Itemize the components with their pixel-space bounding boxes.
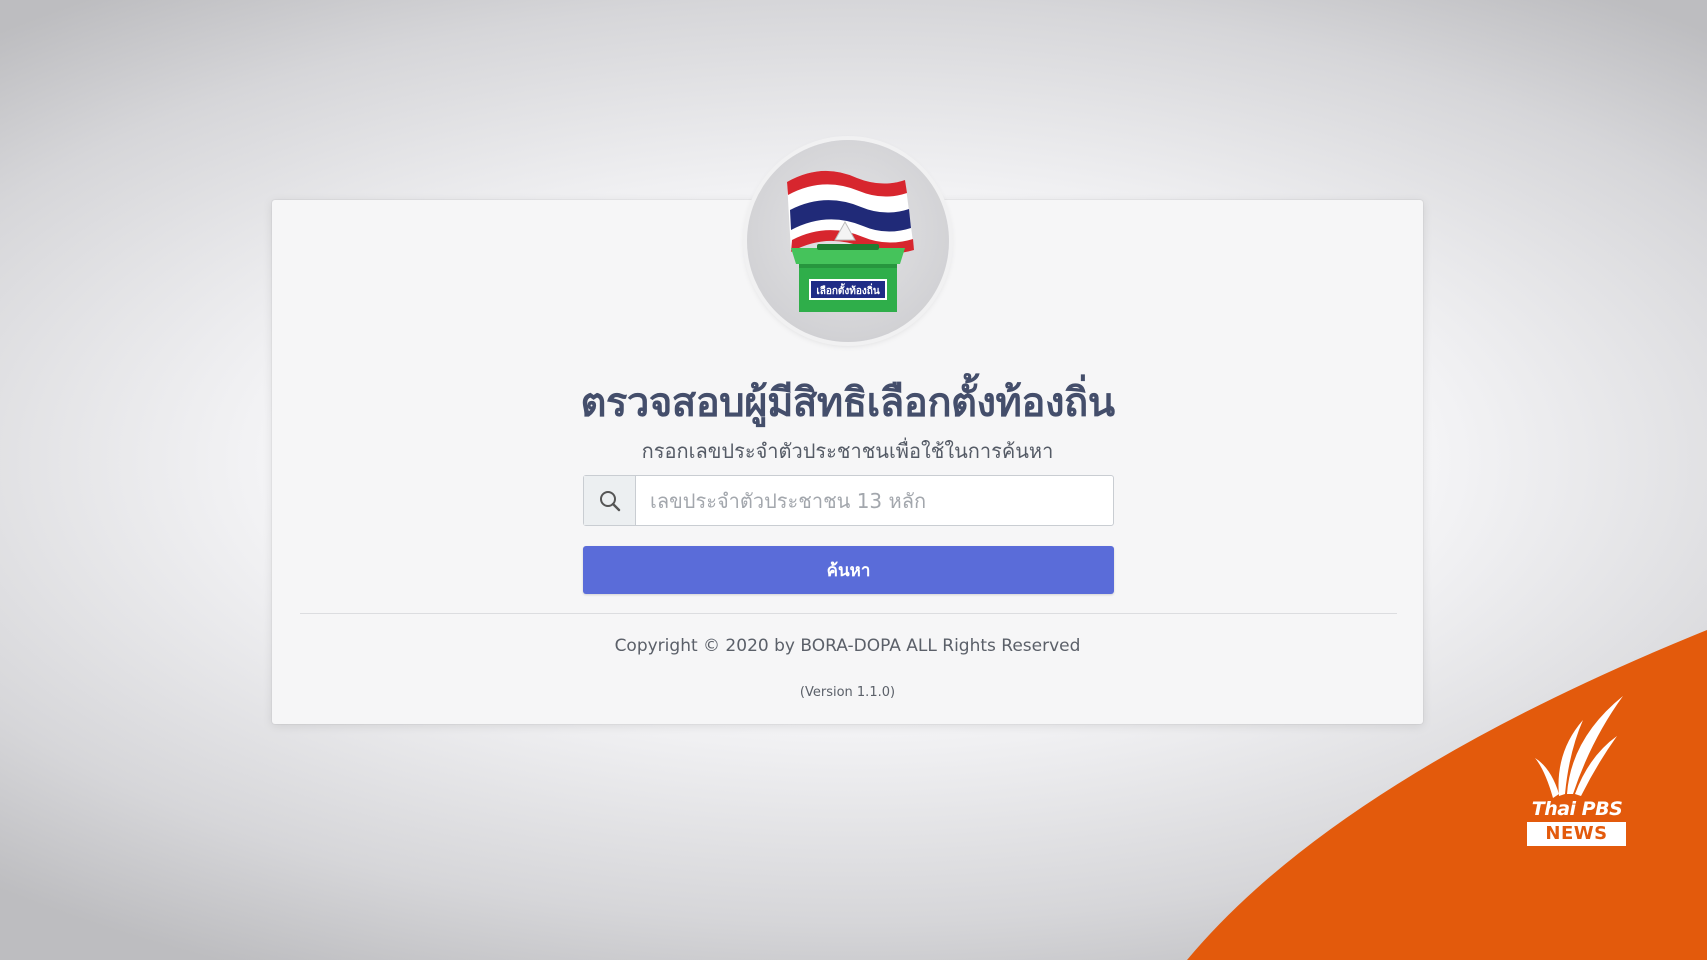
search-field-group: [583, 475, 1114, 526]
search-button[interactable]: ค้นหา: [583, 546, 1114, 594]
ballot-box-badge-text: เลือกตั้งท้องถิ่น: [816, 283, 880, 297]
watermark-brand: Thai PBS: [1531, 798, 1623, 820]
election-logo: เลือกตั้งท้องถิ่น: [747, 140, 949, 342]
citizen-id-input[interactable]: [636, 476, 1113, 525]
page-title: ตรวจสอบผู้มีสิทธิเลือกตั้งท้องถิ่น: [580, 380, 1115, 426]
watermark-news-label: NEWS: [1527, 822, 1626, 846]
search-addon: [584, 476, 636, 525]
page-subtitle: กรอกเลขประจำตัวประชาชนเพื่อใช้ในการค้นหา: [641, 439, 1054, 463]
thai-flag-icon: [787, 170, 914, 254]
divider: [300, 613, 1397, 614]
thai-flag-ballot-box-icon: เลือกตั้งท้องถิ่น: [787, 170, 914, 312]
ballot-box-icon: เลือกตั้งท้องถิ่น: [791, 244, 905, 312]
search-icon: [599, 490, 620, 511]
